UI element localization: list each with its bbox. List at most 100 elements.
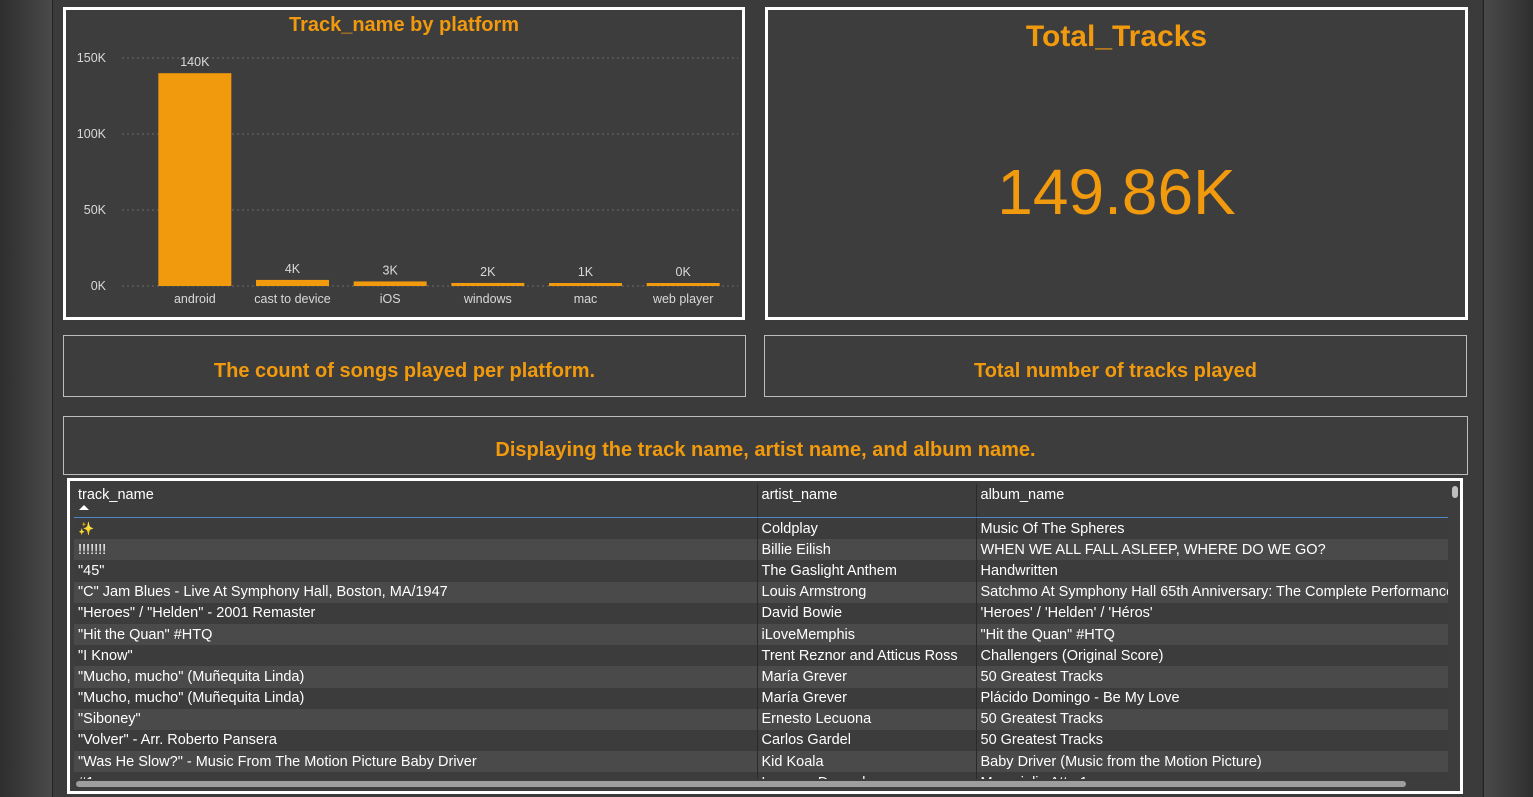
table-cell-album-name: Handwritten [975,560,1448,582]
table-cell-track-name: "Siboney" [74,708,757,730]
vertical-scrollbar[interactable] [1451,484,1459,774]
table-cell-album-name: 50 Greatest Tracks [975,708,1448,730]
tracks-table: track_name artist_name album_name ✨ Coldp… [74,484,1448,779]
column-header-artist-name[interactable]: artist_name [756,484,976,518]
x-tick-label: iOS [380,292,401,306]
bar-data-label: 0K [676,265,692,279]
table-row[interactable]: "Heroes" / "Helden" - 2001 Remaster David… [74,602,1448,624]
y-tick-label: 100K [77,127,107,141]
chart-title: Track_name by platform [288,14,520,36]
table-cell-artist-name: Trent Reznor and Atticus Ross [756,645,976,667]
table-cell-album-name: Music Of The Spheres [975,517,1448,540]
table-cell-track-name: ✨ [74,517,757,540]
table-cell-track-name: "C" Jam Blues - Live At Symphony Hall, B… [74,581,757,603]
table-caption: Displaying the track name, artist name, … [63,416,1468,475]
x-tick-label: mac [574,292,598,306]
table-cell-album-name: WHEN WE ALL FALL ASLEEP, WHERE DO WE GO? [975,539,1448,561]
x-tick-label: web player [652,292,713,306]
bar-ios[interactable] [353,281,427,286]
table-cell-album-name: 50 Greatest Tracks [975,666,1448,688]
table-cell-track-name: "Mucho, mucho" (Muñequita Linda) [74,687,757,709]
table-cell-track-name: "I Know" [74,645,757,667]
table-cell-track-name: "Mucho, mucho" (Muñequita Linda) [74,666,757,688]
column-header-label: artist_name [761,487,838,503]
table-cell-artist-name: The Gaslight Anthem [756,560,976,582]
left-margin [0,0,53,797]
column-header-track-name[interactable]: track_name [74,484,757,518]
table-cell-artist-name: Coldplay [756,517,976,540]
table-cell-track-name: "Was He Slow?" - Music From The Motion P… [74,751,757,773]
kpi-title: Total_Tracks [1025,20,1208,53]
table-body: ✨ Coldplay Music Of The Spheres!!!!!!! Bill… [74,517,1448,779]
y-tick-label: 50K [84,203,107,217]
total-caption: Total number of tracks played [764,335,1467,397]
bar-data-label: 140K [180,55,210,69]
table-row[interactable]: "Mucho, mucho" (Muñequita Linda) María Gr… [74,666,1448,688]
platform-bar-chart[interactable]: 0K 50K 100K 150K 140K android 4K cast to device… [66,10,742,317]
table-row[interactable]: #1Lorenzo DorandoMeraviglia Atto 1 [74,772,1448,779]
tracks-table-card[interactable]: track_name artist_name album_name ✨ Coldp… [67,478,1463,794]
table-cell-track-name: "45" [74,560,757,582]
table-cell-track-name: "Hit the Quan" #HTQ [74,623,757,646]
table-cell-artist-name: iLoveMemphis [756,623,976,646]
column-header-album-name[interactable]: album_name [975,484,1448,518]
table-row[interactable]: "Mucho, mucho" (Muñequita Linda) María Gr… [74,687,1448,709]
column-header-label: album_name [980,487,1065,503]
table-row[interactable]: "I Know" Trent Reznor and Atticus Ross Cha… [74,645,1448,667]
table-cell-track-name: #1 [74,772,757,779]
horizontal-scrollbar[interactable] [74,780,1450,788]
sort-ascending-icon[interactable] [79,505,89,510]
table-cell-album-name: "Hit the Quan" #HTQ [975,623,1448,646]
table-cell-album-name: Plácido Domingo - Be My Love [975,687,1448,709]
table-caption-text: Displaying the track name, artist name, … [495,439,1036,461]
platform-bar-chart-card[interactable]: 0K 50K 100K 150K 140K android 4K cast to device… [63,7,745,320]
table-row[interactable]: ✨ Coldplay Music Of The Spheres [74,517,1448,540]
bar-data-label: 2K [480,265,496,279]
table-row[interactable]: "Was He Slow?" - Music From The Motion P… [74,751,1448,773]
table-row[interactable]: "Siboney" Ernesto Lecuona 50 Greatest Trac… [74,708,1448,730]
table-cell-album-name: Challengers (Original Score) [975,645,1448,667]
table-cell-artist-name: Billie Eilish [756,539,976,561]
table-row[interactable]: "Volver" - Arr. Roberto Pansera Carlos Ga… [74,729,1448,752]
report-canvas: 0K 50K 100K 150K 140K android 4K cast to device… [53,0,1482,797]
table-cell-album-name: Baby Driver (Music from the Motion Pictu… [975,751,1448,773]
table-row[interactable]: "C" Jam Blues - Live At Symphony Hall, B… [74,581,1448,603]
x-tick-label: windows [463,292,512,306]
table-cell-artist-name: Kid Koala [756,751,976,773]
bar-web-player[interactable] [646,283,720,286]
table-row[interactable]: !!!!!!! Billie Eilish WHEN WE ALL FALL ASL… [74,539,1448,561]
table-cell-track-name: "Volver" - Arr. Roberto Pansera [74,729,757,752]
y-tick-label: 0K [91,279,107,293]
platform-caption-text: The count of songs played per platform. [213,359,596,382]
table-header-row: track_name artist_name album_name [74,484,1448,518]
total-tracks-card[interactable]: Total_Tracks 149.86K [765,7,1468,320]
bar-windows[interactable] [451,282,525,286]
table-row[interactable]: "Hit the Quan" #HTQ iLoveMemphis "Hit the … [74,623,1448,646]
bar-data-label: 4K [285,262,301,276]
table-cell-album-name: 'Heroes' / 'Helden' / 'Héros' [975,602,1448,624]
x-tick-label: cast to device [254,292,330,306]
bar-cast-to-device[interactable] [256,279,329,286]
bar-data-label: 1K [578,265,594,279]
table-cell-artist-name: María Grever [756,687,976,709]
platform-caption: The count of songs played per platform. [63,335,746,397]
table-cell-artist-name: Louis Armstrong [756,581,976,603]
column-header-label: track_name [78,487,154,503]
right-margin [1483,0,1533,797]
bar-android[interactable] [158,73,232,286]
x-tick-label: android [174,292,216,306]
table-cell-artist-name: Carlos Gardel [756,729,976,752]
table-cell-album-name: Meraviglia Atto 1 [975,772,1448,779]
bar-data-label: 3K [383,263,399,277]
table-cell-artist-name: David Bowie [756,602,976,624]
tracks-table-viewport[interactable]: track_name artist_name album_name ✨ Coldp… [74,484,1457,779]
kpi-value: 149.86K [997,156,1236,228]
vertical-scrollbar-thumb[interactable] [1452,486,1458,498]
total-caption-text: Total number of tracks played [973,359,1258,382]
bar-mac[interactable] [549,283,622,286]
table-cell-track-name: !!!!!!! [74,539,757,561]
table-cell-album-name: 50 Greatest Tracks [975,729,1448,752]
table-cell-artist-name: Lorenzo Dorando [756,772,976,779]
horizontal-scrollbar-thumb[interactable] [76,781,1406,787]
table-row[interactable]: "45" The Gaslight Anthem Handwritten [74,560,1448,582]
